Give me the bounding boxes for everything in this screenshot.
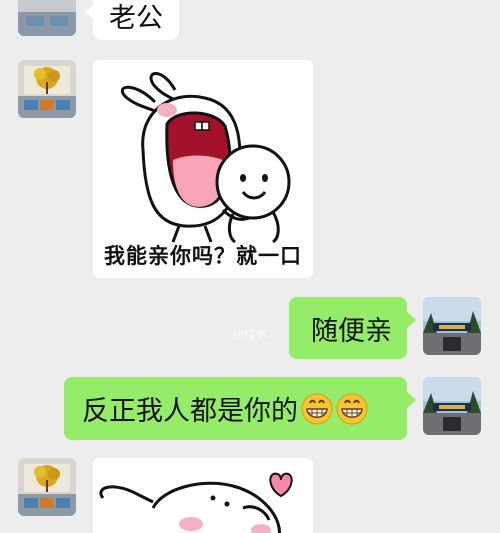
message-bubble[interactable]: 随便亲 [289, 297, 407, 359]
grinning-face-emoji [301, 393, 333, 424]
bubble-tail [407, 312, 416, 328]
sticker-caption: 我能亲你吗？就一口 [104, 244, 302, 268]
message-text: 反正我人都是你的 [82, 396, 298, 427]
contact-avatar[interactable] [18, 458, 76, 516]
my-avatar[interactable] [423, 377, 481, 435]
sticker-message[interactable] [93, 458, 313, 533]
message-text: 随便亲 [311, 315, 392, 347]
sticker-message[interactable]: 我能亲你吗？就一口 [93, 60, 313, 278]
watermark-text: 小红书 [233, 328, 266, 341]
my-avatar[interactable] [423, 297, 481, 355]
grinning-face-emoji [336, 393, 368, 424]
contact-avatar[interactable] [18, 60, 76, 118]
bubble-tail [407, 392, 416, 408]
message-bubble[interactable]: 老公 [93, 0, 179, 40]
contact-avatar[interactable] [18, 0, 76, 36]
message-text: 老公 [109, 2, 163, 34]
bunny-heart-sticker [99, 472, 293, 533]
message-bubble[interactable]: 反正我人都是你的 [64, 377, 407, 440]
